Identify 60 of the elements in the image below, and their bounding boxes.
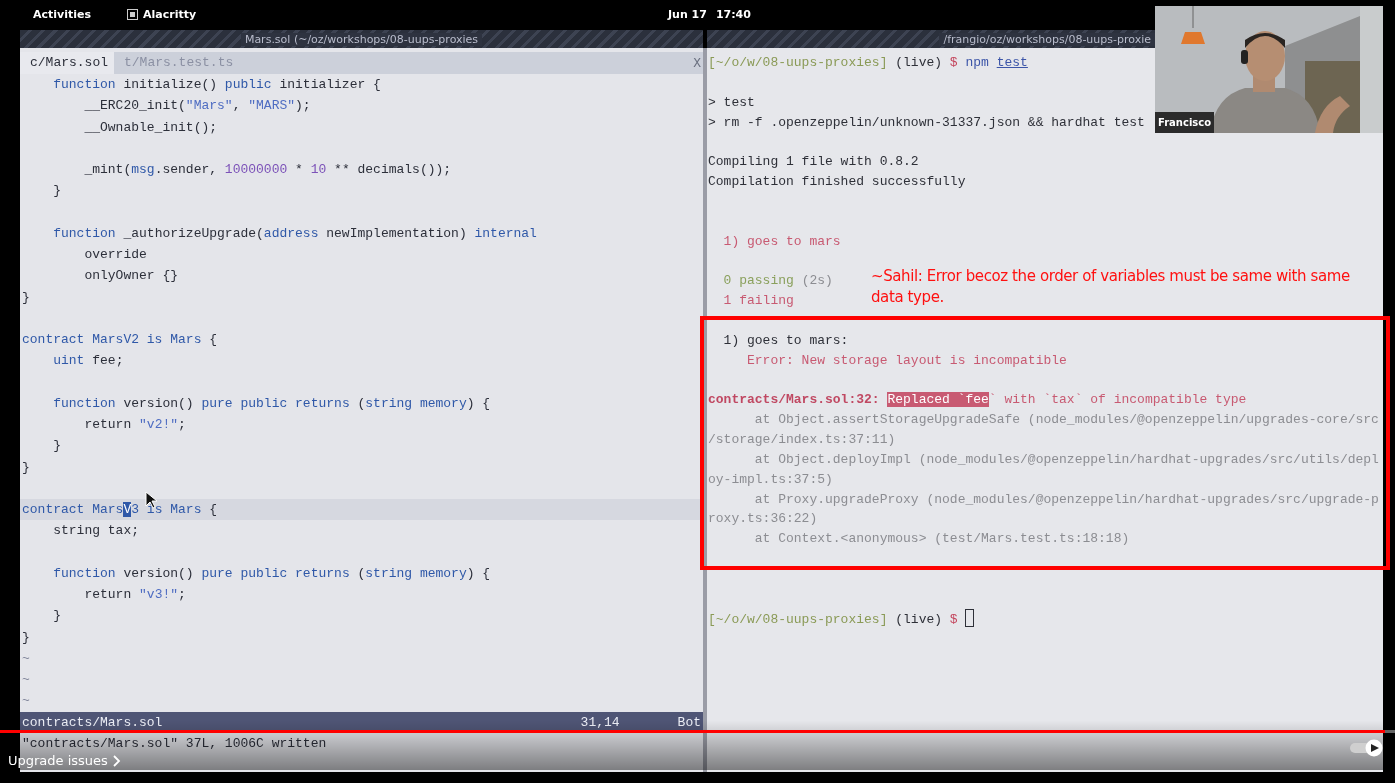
code-line: return "v2!"; bbox=[83, 416, 187, 434]
code-line: } bbox=[21, 458, 31, 477]
annotation-text: ~Sahil: Error becoz the order of variables must be same with same data type. bbox=[871, 266, 1351, 308]
code-line: uint fee; bbox=[52, 352, 125, 371]
terminal-line: at Object.assertStorageUpgradeSafe (node_modules/@openzeppelin/upgrades-core/src bbox=[753, 411, 1379, 430]
code-line: string tax; bbox=[52, 522, 141, 541]
window-title: Mars.sol (~/oz/workshops/08-uups-proxies bbox=[240, 32, 483, 46]
terminal-line: Compiling 1 file with 0.8.2 bbox=[707, 153, 919, 172]
editor-tab[interactable]: c/Mars.sol bbox=[20, 52, 114, 74]
chevron-icon bbox=[111, 754, 121, 767]
window-title: /frangio/oz/workshops/08-uups-proxie bbox=[939, 32, 1155, 46]
terminal-line: /storage/index.ts:37:11) bbox=[707, 431, 896, 450]
cursor-position: 31,14 bbox=[580, 713, 620, 732]
terminal-line: > test bbox=[707, 93, 755, 112]
empty-line-marker: ~ bbox=[22, 672, 30, 687]
app-name: Alacritty bbox=[143, 7, 197, 21]
terminal-line: contracts/Mars.sol:32: Replaced `fee` with `tax` of incompatible type bbox=[707, 391, 1247, 410]
code-line: onlyOwner {} bbox=[83, 267, 180, 286]
command-line: "contracts/Mars.sol" 37L, 1006C written bbox=[22, 734, 327, 753]
clock-date: Jun 17 bbox=[668, 7, 707, 21]
code-line: function _authorizeUpgrade(address newImplementation) internal bbox=[52, 224, 538, 243]
code-line: _mint(msg.sender, 10000000 * 10 ** decimals()); bbox=[83, 161, 453, 179]
code-line: override bbox=[83, 246, 148, 264]
terminal-line: roxy.ts:36:22) bbox=[707, 510, 818, 529]
terminal-line: at Context.<anonymous> (test/Mars.test.ts:18:18) bbox=[753, 530, 1130, 549]
empty-line-marker: ~ bbox=[22, 693, 30, 709]
shell-prompt: [~/o/w/08-uups-proxies] (live) $ bbox=[707, 608, 975, 629]
code-line: __ERC20_init("Mars", "MARS"); bbox=[83, 97, 312, 116]
clock[interactable]: Jun 17 17:40 bbox=[668, 0, 751, 28]
code-line: } bbox=[52, 437, 62, 456]
app-menu[interactable]: Alacritty bbox=[127, 7, 197, 21]
terminal-line: 1) goes to mars bbox=[722, 232, 841, 251]
code-line: } bbox=[52, 182, 62, 201]
terminal-line: 1 failing bbox=[722, 292, 794, 311]
activities-button[interactable]: Activities bbox=[33, 7, 92, 21]
shell-prompt: [~/o/w/08-uups-proxies] (live) $ npm test bbox=[707, 54, 1028, 72]
status-filename: contracts/Mars.sol bbox=[22, 713, 163, 732]
code-line: } bbox=[21, 628, 31, 647]
terminal-line: at Object.deployImpl (node_modules/@openzeppelin/hardhat-upgrades/src/utils/depl bbox=[753, 450, 1379, 469]
code-line: } bbox=[21, 288, 31, 307]
clock-time: 17:40 bbox=[715, 7, 751, 21]
scroll-position: Bot bbox=[677, 713, 701, 732]
terminal-line: Compilation finished successfully bbox=[707, 173, 966, 192]
participant-name: Francisco bbox=[1155, 112, 1215, 133]
code-line: function initialize() public initializer { bbox=[52, 76, 382, 94]
code-line: contract MarsV2 is Mars { bbox=[21, 331, 219, 349]
terminal-line: at Proxy.upgradeProxy (node_modules/@openzeppelin/hardhat-upgrades/src/upgrade-p bbox=[753, 490, 1379, 509]
empty-line-marker: ~ bbox=[22, 650, 30, 666]
code-line: function version() pure public returns (string memory) { bbox=[52, 564, 492, 583]
terminal-line: oy-impl.ts:37:5) bbox=[707, 470, 833, 489]
terminal-line: 1) goes to mars: bbox=[722, 331, 849, 350]
terminal-line: Error: New storage layout is incompatible bbox=[746, 351, 1067, 370]
code-line: } bbox=[52, 607, 62, 626]
terminal-line: 0 passing (2s) bbox=[722, 272, 833, 291]
code-line: function version() pure public returns (string memory) { bbox=[52, 394, 492, 413]
terminal-line: > rm -f .openzeppelin/unknown-31337.json && hardhat test bbox=[707, 113, 1145, 132]
code-line: __Ownable_init(); bbox=[83, 118, 219, 137]
autoplay-toggle[interactable] bbox=[1349, 739, 1383, 757]
app-window-icon bbox=[127, 8, 139, 20]
code-line: return "v3!"; bbox=[83, 586, 187, 604]
